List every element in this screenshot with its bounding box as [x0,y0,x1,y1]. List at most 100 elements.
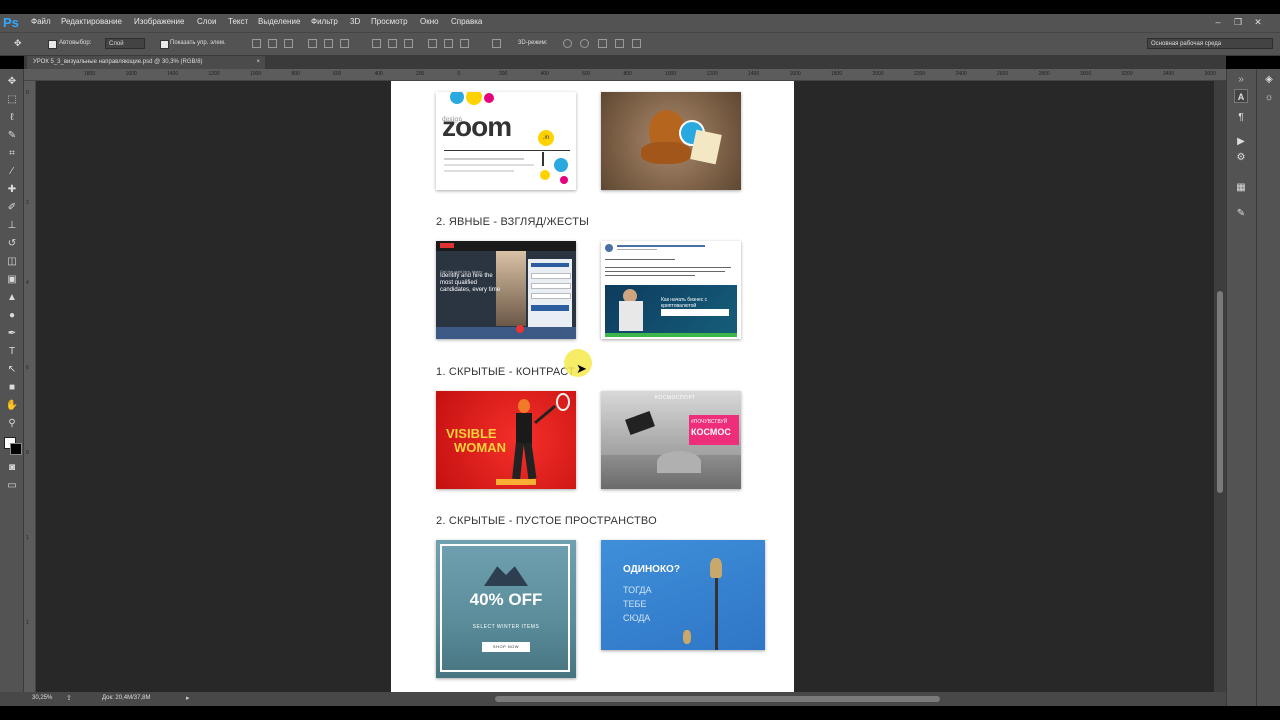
menu-file[interactable]: Файл [31,17,51,26]
layers-panel-icon[interactable]: ◈ [1262,73,1276,87]
menu-bar: Ps Файл Редактирование Изображение Слои … [0,14,1280,32]
menu-view[interactable]: Просмотр [371,17,408,26]
move-cursor-icon: ➤ [576,361,587,376]
adjustments-panel-icon[interactable]: ☼ [1262,91,1276,105]
status-menu-arrow-icon[interactable]: ▸ [186,694,190,702]
menu-edit[interactable]: Редактирование [61,17,122,26]
thumb-lonely: ОДИНОКО? ТОГДА ТЕБЕ СЮДА [601,540,765,650]
type-tool-icon[interactable]: T [5,345,19,359]
document-page: design zoom .in 2. ЯВНЫЕ - ВЗГЛЯД/ЖЕСТЫ … [391,81,794,692]
lasso-tool-icon[interactable]: ℓ [5,111,19,125]
menu-layers[interactable]: Слои [197,17,216,26]
vertical-scroll-thumb[interactable] [1217,291,1223,493]
tab-close-icon[interactable]: × [256,56,260,69]
screen-mode-icon[interactable]: ▭ [5,479,19,493]
kosmos-tag-line2: КОСМОС [691,427,731,437]
show-controls-checkbox[interactable] [160,40,169,49]
collapse-icon[interactable]: » [1234,73,1248,87]
photoshop-logo: Ps [3,15,19,30]
distribute-top-icon[interactable] [372,39,381,48]
export-icon[interactable]: ⇪ [66,694,72,702]
restore-icon[interactable]: ❐ [1232,16,1244,28]
thumb-gingerbread-photo [601,92,741,190]
history-brush-icon[interactable]: ↺ [5,237,19,251]
ruler-tick-label: 0 [457,71,461,77]
align-right-icon[interactable] [340,39,349,48]
brush-panel-icon[interactable]: ✎ [1234,207,1248,221]
close-icon[interactable]: ✕ [1252,16,1264,28]
3d-rotate-icon[interactable] [563,39,572,48]
heading-hidden-empty-space: 2. СКРЫТЫЕ - ПУСТОЕ ПРОСТРАНСТВО [436,515,657,527]
3d-mode-label: 3D-режим: [518,40,548,46]
swatches-panel-icon[interactable]: ▦ [1234,181,1248,195]
tool-presets-icon[interactable]: ⚙ [1234,151,1248,165]
character-panel-icon[interactable]: A [1234,89,1248,103]
distribute-left-icon[interactable] [428,39,437,48]
autoselect-checkbox[interactable] [48,40,57,49]
align-top-icon[interactable] [252,39,261,48]
thumb-40-off: 40% OFF SELECT WINTER ITEMS SHOP NOW [436,540,576,678]
menu-help[interactable]: Справка [451,17,482,26]
menu-select[interactable]: Выделение [258,17,300,26]
shape-tool-icon[interactable]: ■ [5,381,19,395]
distribute-vcenter-icon[interactable] [388,39,397,48]
paragraph-panel-icon[interactable]: ¶ [1234,111,1248,125]
ruler-tick-label: 1200 [208,71,220,77]
3d-roll-icon[interactable] [580,39,589,48]
zoom-level[interactable]: 30,25% [32,695,52,701]
3d-scale-icon[interactable] [632,39,641,48]
zoom-logo: zoom [442,111,512,142]
horizontal-scroll-thumb[interactable] [495,696,940,702]
quick-select-tool-icon[interactable]: ✎ [5,129,19,143]
ruler-tick-label: 200 [416,71,425,77]
document-tab[interactable]: УРОК 5_3_визуальные направляющие.psd @ 3… [27,56,265,69]
healing-tool-icon[interactable]: ✚ [5,183,19,197]
eyedropper-tool-icon[interactable]: ⁄ [5,165,19,179]
marquee-tool-icon[interactable]: ⬚ [5,93,19,107]
align-vcenter-icon[interactable] [268,39,277,48]
ruler-tick-label: 1000 [250,71,262,77]
path-select-icon[interactable]: ↖ [5,363,19,377]
menu-image[interactable]: Изображение [134,17,184,26]
status-bar: 30,25% ⇪ Док: 20,4M/37,8M ▸ [0,692,1226,706]
gradient-tool-icon[interactable]: ▣ [5,273,19,287]
recruit-sub: Get the right hire, faster [440,269,483,274]
autoselect-label: Автовыбор: [59,40,92,46]
pen-tool-icon[interactable]: ✒ [5,327,19,341]
auto-align-icon[interactable] [492,39,501,48]
blur-tool-icon[interactable]: ▲ [5,291,19,305]
align-left-icon[interactable] [308,39,317,48]
background-color-swatch[interactable] [10,443,22,455]
minimize-icon[interactable]: – [1212,16,1224,28]
autoselect-dropdown[interactable]: Слой [105,38,145,49]
move-tool-icon[interactable]: ✥ [14,38,22,49]
menu-3d[interactable]: 3D [350,17,360,26]
stamp-tool-icon[interactable]: ⊥ [5,219,19,233]
actions-panel-icon[interactable]: ▶ [1234,135,1248,149]
distribute-hcenter-icon[interactable] [444,39,453,48]
hand-tool-icon[interactable]: ✋ [5,399,19,413]
zoom-tool-icon[interactable]: ⚲ [5,417,19,431]
move-tool-icon[interactable]: ✥ [5,75,19,89]
dodge-tool-icon[interactable]: ● [5,309,19,323]
vertical-scrollbar[interactable] [1214,81,1226,692]
crop-tool-icon[interactable]: ⌗ [5,147,19,161]
menu-type[interactable]: Текст [228,17,248,26]
brush-tool-icon[interactable]: ✐ [5,201,19,215]
canvas-area[interactable]: design zoom .in 2. ЯВНЫЕ - ВЗГЛЯД/ЖЕСТЫ … [36,81,1214,692]
distribute-bottom-icon[interactable] [404,39,413,48]
sale-text: 40% OFF [469,590,543,609]
menu-filter[interactable]: Фильтр [311,17,338,26]
ruler-tick-label: 200 [499,71,508,77]
align-hcenter-icon[interactable] [324,39,333,48]
3d-slide-icon[interactable] [615,39,624,48]
3d-pan-icon[interactable] [598,39,607,48]
panel-dock-2: ◈ ☼ [1256,69,1280,706]
quick-mask-icon[interactable]: ◙ [5,461,19,475]
eraser-tool-icon[interactable]: ◫ [5,255,19,269]
thumb-zoom-design: design zoom .in [436,92,576,190]
menu-window[interactable]: Окно [420,17,439,26]
workspace-dropdown[interactable]: Основная рабочая среда [1147,38,1273,49]
align-bottom-icon[interactable] [284,39,293,48]
distribute-right-icon[interactable] [460,39,469,48]
